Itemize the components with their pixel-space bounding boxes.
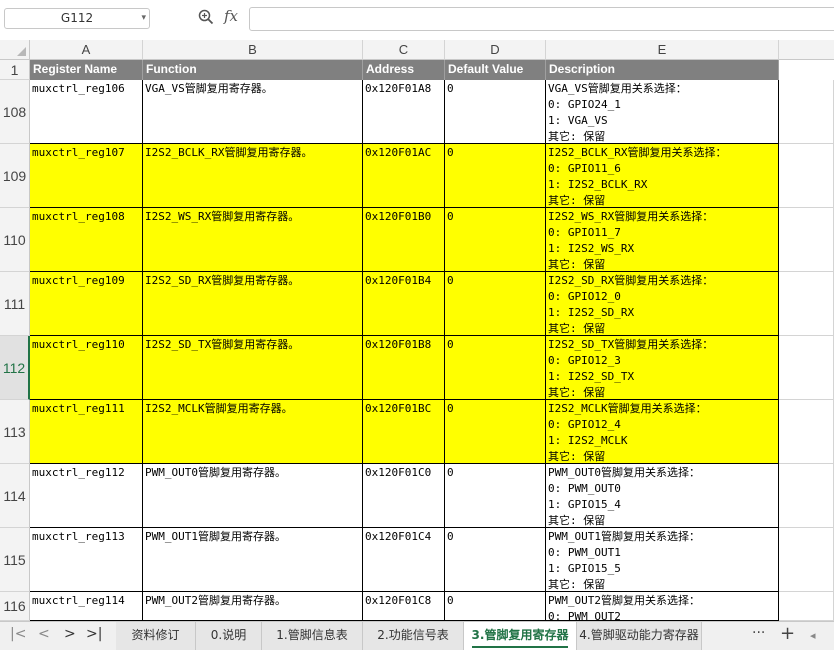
sheet-tab-bar: |< < > >| 资料修订 0.说明 1.管脚信息表 2.功能信号表 3.管脚复用寄存…: [0, 621, 834, 650]
row-header[interactable]: 108: [0, 80, 30, 144]
cell-empty[interactable]: [779, 528, 834, 592]
select-all-corner[interactable]: [0, 40, 30, 60]
sheet-tab[interactable]: 2.功能信号表: [363, 622, 464, 650]
cell-function[interactable]: I2S2_WS_RX管脚复用寄存器。: [143, 208, 363, 272]
header-description[interactable]: Description: [546, 60, 779, 80]
cell-function[interactable]: PWM_OUT2管脚复用寄存器。: [143, 592, 363, 621]
column-header-a[interactable]: A: [30, 40, 143, 60]
cell-register-name[interactable]: muxctrl_reg108: [30, 208, 143, 272]
cell-address[interactable]: 0x120F01C0: [363, 464, 445, 528]
header-address[interactable]: Address: [363, 60, 445, 80]
more-sheets-icon[interactable]: ···: [752, 625, 765, 641]
cell-description[interactable]: PWM_OUT0管脚复用关系选择： 0: PWM_OUT0 1: GPIO15_…: [546, 464, 779, 528]
cell-address[interactable]: 0x120F01B0: [363, 208, 445, 272]
column-header-b[interactable]: B: [143, 40, 363, 60]
cell-register-name[interactable]: muxctrl_reg113: [30, 528, 143, 592]
sheet-tab[interactable]: 资料修订: [116, 622, 196, 650]
row-header[interactable]: 109: [0, 144, 30, 208]
header-default-value[interactable]: Default Value: [445, 60, 546, 80]
cell-empty[interactable]: [779, 144, 834, 208]
cell-empty[interactable]: [779, 464, 834, 528]
formula-input[interactable]: [249, 7, 834, 31]
cell-default-value[interactable]: 0: [445, 144, 546, 208]
row-header[interactable]: 1: [0, 60, 30, 80]
cell-function[interactable]: I2S2_MCLK管脚复用寄存器。: [143, 400, 363, 464]
column-header-c[interactable]: C: [363, 40, 445, 60]
row-header[interactable]: 115: [0, 528, 30, 592]
cell-description[interactable]: PWM_OUT2管脚复用关系选择： 0: PWM_OUT2: [546, 592, 779, 621]
cell-default-value[interactable]: 0: [445, 592, 546, 621]
scroll-left-icon[interactable]: ◂: [810, 629, 816, 642]
cell-default-value[interactable]: 0: [445, 80, 546, 144]
cell-default-value[interactable]: 0: [445, 336, 546, 400]
cell-address[interactable]: 0x120F01B8: [363, 336, 445, 400]
cell-default-value[interactable]: 0: [445, 528, 546, 592]
cell-function[interactable]: PWM_OUT1管脚复用寄存器。: [143, 528, 363, 592]
cell-register-name[interactable]: muxctrl_reg109: [30, 272, 143, 336]
cell-empty[interactable]: [779, 400, 834, 464]
row-header[interactable]: 113: [0, 400, 30, 464]
cell-register-name[interactable]: muxctrl_reg106: [30, 80, 143, 144]
last-sheet-icon[interactable]: >|: [86, 626, 102, 642]
cell-register-name[interactable]: muxctrl_reg107: [30, 144, 143, 208]
cell-description[interactable]: I2S2_WS_RX管脚复用关系选择： 0: GPIO11_7 1: I2S2_…: [546, 208, 779, 272]
header-function[interactable]: Function: [143, 60, 363, 80]
row-header[interactable]: 112: [0, 336, 30, 400]
cell-address[interactable]: 0x120F01C4: [363, 528, 445, 592]
cell-description[interactable]: I2S2_SD_TX管脚复用关系选择： 0: GPIO12_3 1: I2S2_…: [546, 336, 779, 400]
cell-description[interactable]: VGA_VS管脚复用关系选择： 0: GPIO24_1 1: VGA_VS 其它…: [546, 80, 779, 144]
cell-function[interactable]: PWM_OUT0管脚复用寄存器。: [143, 464, 363, 528]
sheet-tab[interactable]: 1.管脚信息表: [262, 622, 363, 650]
cell-description[interactable]: I2S2_MCLK管脚复用关系选择： 0: GPIO12_4 1: I2S2_M…: [546, 400, 779, 464]
cell-address[interactable]: 0x120F01C8: [363, 592, 445, 621]
formula-bar: G112 ▾ fx: [0, 0, 834, 40]
cell-empty[interactable]: [779, 336, 834, 400]
cell-register-name[interactable]: muxctrl_reg114: [30, 592, 143, 621]
sheet-tab[interactable]: 0.说明: [196, 622, 262, 650]
row-header[interactable]: 110: [0, 208, 30, 272]
cell-function[interactable]: I2S2_SD_RX管脚复用寄存器。: [143, 272, 363, 336]
row-header[interactable]: 111: [0, 272, 30, 336]
column-header-f[interactable]: [779, 40, 834, 60]
add-sheet-icon[interactable]: +: [780, 623, 795, 644]
cell-address[interactable]: 0x120F01AC: [363, 144, 445, 208]
row-header[interactable]: 114: [0, 464, 30, 528]
cell-description[interactable]: PWM_OUT1管脚复用关系选择： 0: PWM_OUT1 1: GPIO15_…: [546, 528, 779, 592]
cell-function[interactable]: VGA_VS管脚复用寄存器。: [143, 80, 363, 144]
cell-description[interactable]: I2S2_BCLK_RX管脚复用关系选择： 0: GPIO11_6 1: I2S…: [546, 144, 779, 208]
zoom-icon[interactable]: [198, 9, 214, 29]
fx-icon[interactable]: fx: [224, 7, 238, 25]
cell-register-name[interactable]: muxctrl_reg111: [30, 400, 143, 464]
sheet-tab[interactable]: 3.管脚复用寄存器: [464, 622, 577, 650]
cell-default-value[interactable]: 0: [445, 400, 546, 464]
cell-address[interactable]: 0x120F01A8: [363, 80, 445, 144]
cell-address[interactable]: 0x120F01B4: [363, 272, 445, 336]
sheet-tab[interactable]: 4.管脚驱动能力寄存器: [577, 622, 702, 650]
column-header-e[interactable]: E: [546, 40, 779, 60]
name-box[interactable]: G112 ▾: [4, 8, 150, 29]
cell-description[interactable]: I2S2_SD_RX管脚复用关系选择： 0: GPIO12_0 1: I2S2_…: [546, 272, 779, 336]
first-sheet-icon[interactable]: |<: [10, 626, 26, 642]
header-register-name[interactable]: Register Name: [30, 60, 143, 80]
row-header[interactable]: 116: [0, 592, 30, 621]
cell-default-value[interactable]: 0: [445, 272, 546, 336]
cell-default-value[interactable]: 0: [445, 208, 546, 272]
cell-default-value[interactable]: 0: [445, 464, 546, 528]
column-header-d[interactable]: D: [445, 40, 546, 60]
name-box-value: G112: [60, 11, 94, 25]
chevron-down-icon[interactable]: ▾: [141, 9, 146, 28]
cell-empty[interactable]: [779, 592, 834, 621]
cell-function[interactable]: I2S2_BCLK_RX管脚复用寄存器。: [143, 144, 363, 208]
cell-address[interactable]: 0x120F01BC: [363, 400, 445, 464]
cell-register-name[interactable]: muxctrl_reg112: [30, 464, 143, 528]
cell-empty[interactable]: [779, 272, 834, 336]
cell-register-name[interactable]: muxctrl_reg110: [30, 336, 143, 400]
cell-function[interactable]: I2S2_SD_TX管脚复用寄存器。: [143, 336, 363, 400]
prev-sheet-icon[interactable]: <: [38, 626, 50, 642]
next-sheet-icon[interactable]: >: [64, 626, 76, 642]
cell-empty[interactable]: [779, 80, 834, 144]
cell-empty[interactable]: [779, 208, 834, 272]
